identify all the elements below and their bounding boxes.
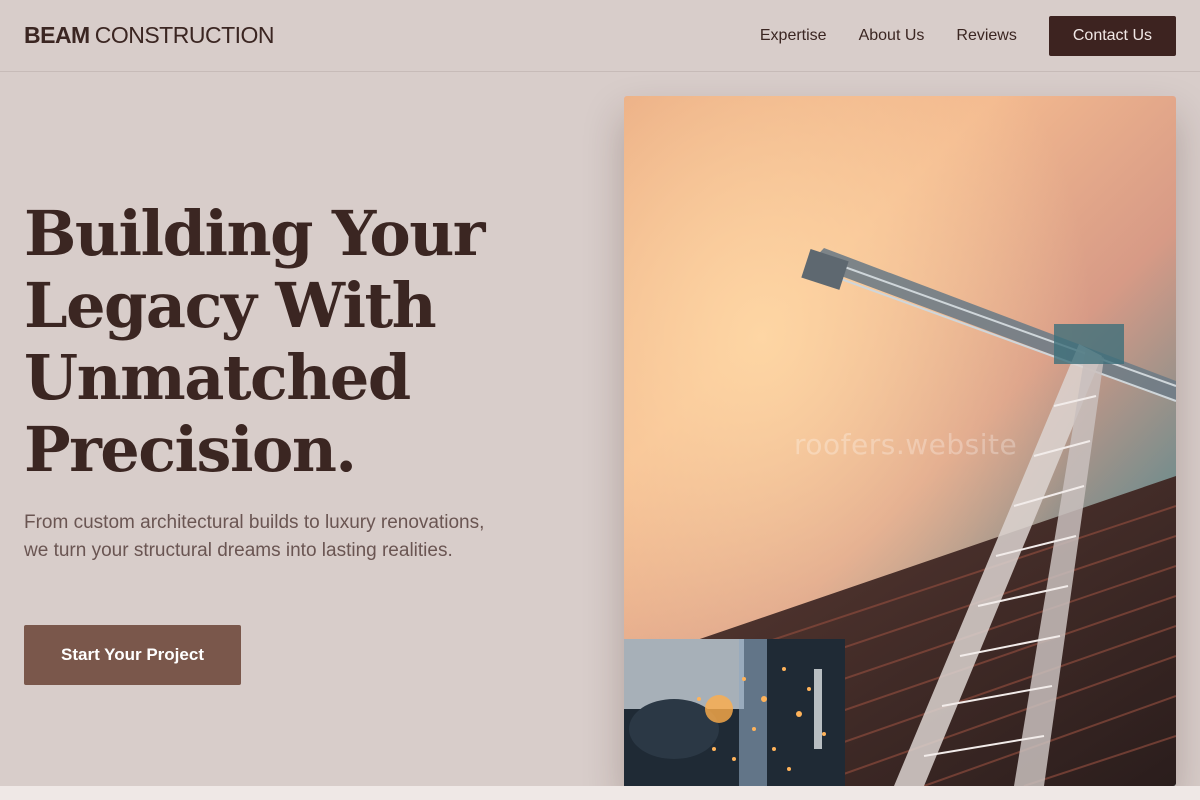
hero-title-line: Precision. — [24, 413, 357, 486]
nav-link-expertise[interactable]: Expertise — [760, 27, 827, 45]
hero-title-line: Building Your — [24, 197, 485, 270]
hero-title-line: Legacy With — [24, 269, 437, 342]
contact-us-button[interactable]: Contact Us — [1048, 15, 1176, 56]
brand-name-light: CONSTRUCTION — [94, 22, 275, 48]
brand-logo[interactable]: BEAM CONSTRUCTION — [24, 22, 275, 49]
start-project-button[interactable]: Start Your Project — [24, 625, 241, 685]
main-nav: Expertise About Us Reviews Contact Us — [728, 15, 1176, 56]
watermark-text: roofers.website — [794, 428, 1018, 461]
brand-name-bold: BEAM — [24, 22, 90, 48]
hero-title: Building Your Legacy With Unmatched Prec… — [24, 198, 544, 486]
welding-illustration — [624, 639, 845, 786]
nav-link-about-us[interactable]: About Us — [859, 27, 925, 45]
hero-subtitle: From custom architectural builds to luxu… — [24, 512, 485, 561]
next-section-edge — [0, 786, 1200, 800]
hero-title-line: Unmatched — [24, 341, 411, 414]
welding-photo — [624, 639, 845, 786]
nav-link-reviews[interactable]: Reviews — [956, 27, 1016, 45]
site-header: BEAM CONSTRUCTION Expertise About Us Revi… — [0, 0, 1200, 72]
